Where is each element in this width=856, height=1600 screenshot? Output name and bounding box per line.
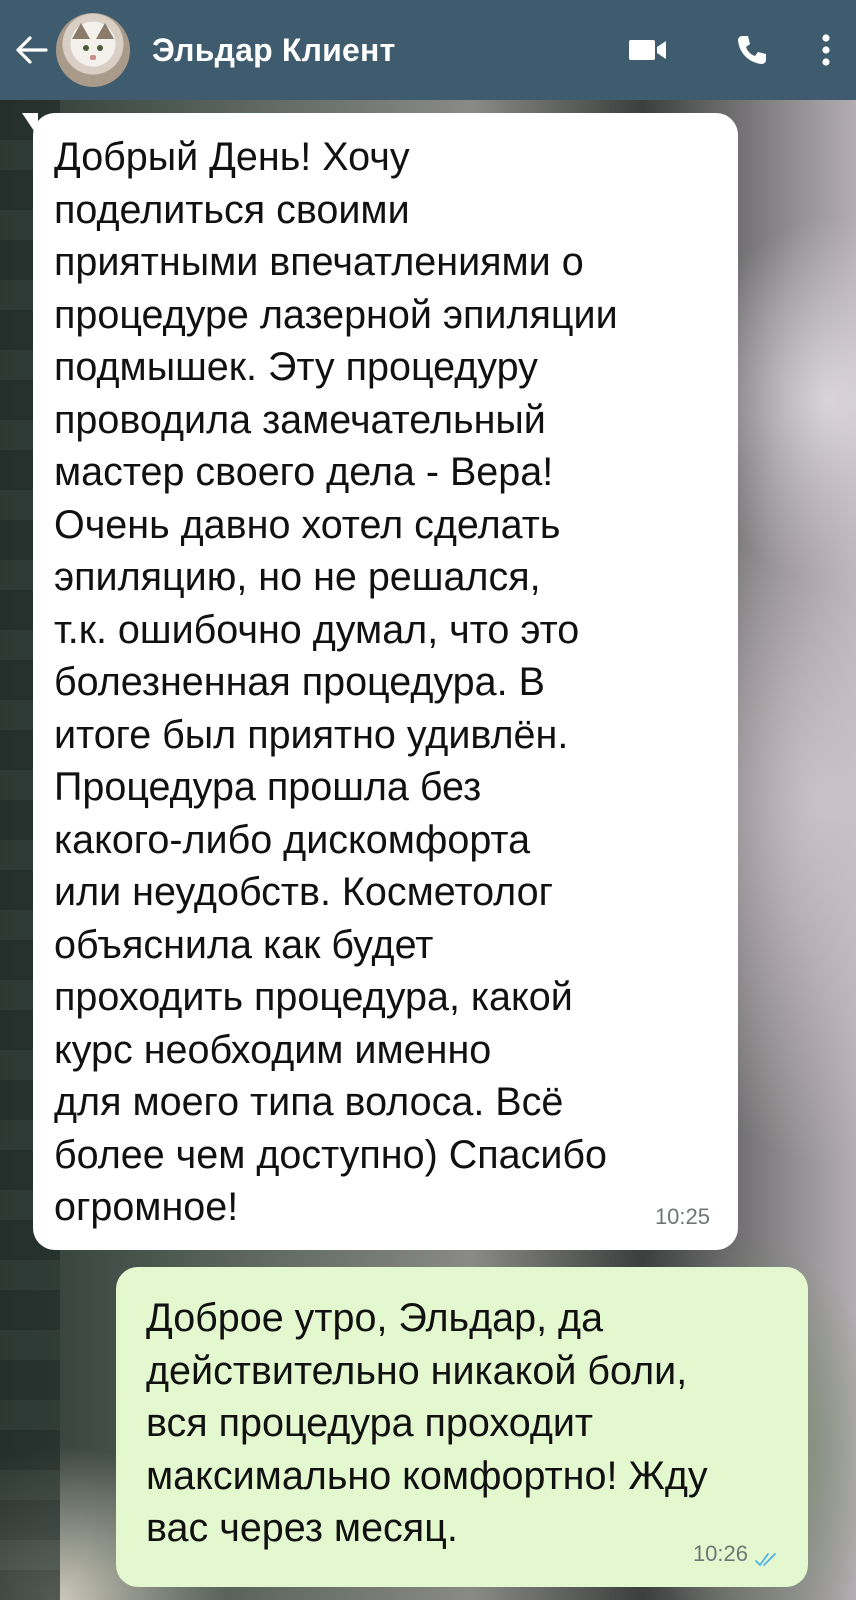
contact-name[interactable]: Эльдар Клиент	[152, 32, 618, 69]
video-camera-icon[interactable]	[618, 0, 678, 100]
phone-icon[interactable]	[722, 0, 782, 100]
incoming-message[interactable]: Добрый День! Хочу поделиться своими прия…	[33, 113, 738, 1250]
message-text: Добрый День! Хочу поделиться своими прия…	[54, 135, 618, 1229]
arrow-left-icon[interactable]	[6, 0, 56, 100]
chat-header: Эльдар Клиент	[0, 0, 856, 100]
message-time: 10:26	[692, 1541, 748, 1566]
more-vert-icon[interactable]	[806, 0, 846, 100]
double-check-icon	[755, 1553, 776, 1567]
message-text: Доброе утро, Эльдар, да действительно ни…	[146, 1296, 708, 1550]
outgoing-message[interactable]: Доброе утро, Эльдар, да действительно ни…	[116, 1267, 808, 1587]
contact-avatar[interactable]	[56, 13, 130, 87]
message-time: 10:25	[654, 1204, 710, 1229]
